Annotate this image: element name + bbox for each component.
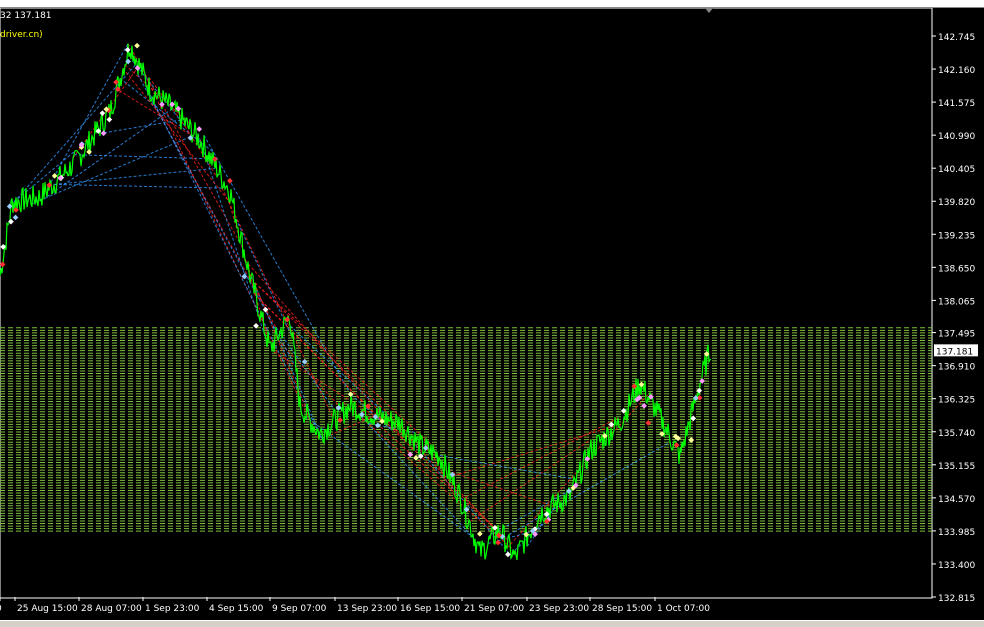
price-tick-label: 142.745 [938,33,975,43]
time-tick-label: 1 Oct 07:00 [657,604,710,614]
price-tick-label: 137.495 [938,330,975,340]
time-tick-label: 9 Sep 07:00 [272,604,327,614]
indicator-label: driver.cn) [0,30,43,40]
current-price-label: 137.181 [936,347,973,357]
price-tick-label: 142.160 [938,66,975,76]
time-tick-label: 28 Aug 07:00 [81,604,142,614]
window-top-border [0,0,984,8]
time-tick-label: 13 Sep 23:00 [337,604,397,614]
price-tick-label: 133.985 [938,528,975,538]
price-info-label: 32 137.181 [0,11,52,21]
price-tick-label: 139.235 [938,231,975,241]
time-tick-label: 1 Sep 23:00 [145,604,200,614]
time-tick-label: 28 Sep 15:00 [592,604,652,614]
price-tick-label: 135.740 [938,429,975,439]
price-chart[interactable]: 142.745 142.160 141.575 140.990 140.405 139.8… [0,8,984,620]
time-tick-label: 23 Sep 23:00 [529,604,589,614]
price-tick-label: 136.325 [938,396,975,406]
price-tick-label: 136.910 [938,363,975,373]
price-tick-label: 133.400 [938,561,975,571]
price-tick-label: 132.815 [938,594,975,604]
price-tick-label: 138.650 [938,264,975,274]
time-tick-label: 0 [0,604,2,614]
time-tick-label: 21 Sep 07:00 [464,604,524,614]
price-tick-label: 141.575 [938,99,975,109]
price-tick-label: 134.570 [938,495,975,505]
price-tick-label: 140.990 [938,132,975,142]
time-tick-label: 25 Aug 15:00 [17,604,78,614]
price-tick-label: 138.065 [938,297,975,307]
price-tick-label: 140.405 [938,165,975,175]
price-tick-label: 139.820 [938,198,975,208]
time-tick-label: 16 Sep 15:00 [400,604,460,614]
time-tick-label: 4 Sep 15:00 [209,604,264,614]
price-tick-label: 135.155 [938,462,975,472]
